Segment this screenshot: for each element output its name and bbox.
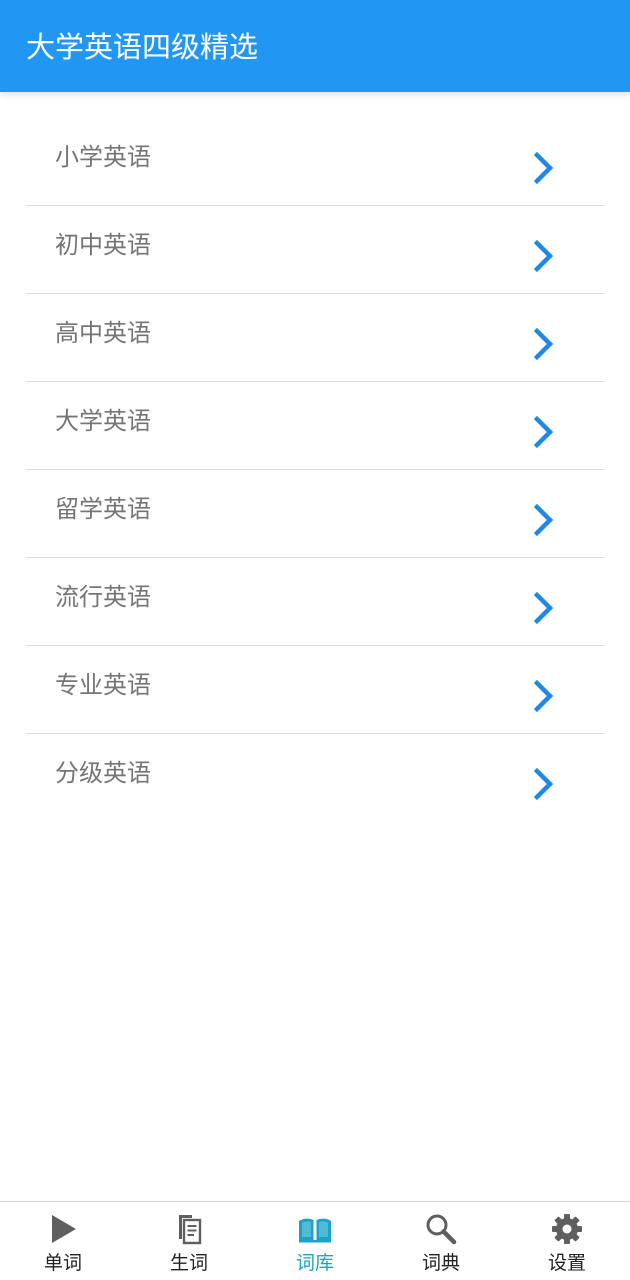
chevron-right-icon [533,415,554,449]
chevron-right-icon [533,327,554,361]
list-item-label: 初中英语 [55,231,151,259]
bottom-navigation: 单词 生词 词库 词典 设置 [0,1201,630,1280]
list-item-label: 专业英语 [55,671,151,699]
chevron-right-icon [533,151,554,185]
tab-words[interactable]: 单词 [0,1202,126,1280]
list-item-primary-english[interactable]: 小学英语 [26,118,604,206]
list-item-label: 小学英语 [55,143,151,171]
page-title: 大学英语四级精选 [26,30,259,64]
tab-label: 词库 [295,1252,334,1274]
tab-label: 生词 [169,1252,208,1274]
tab-new-words[interactable]: 生词 [126,1202,252,1280]
app-screen: 大学英语四级精选 小学英语 初中英语 高中英语 大学英语 留学英语 流行英语 专… [0,0,630,1280]
tab-label: 词典 [421,1252,460,1274]
list-item-label: 流行英语 [55,583,151,611]
tab-dictionary[interactable]: 词典 [378,1202,504,1280]
list-item-label: 高中英语 [55,319,151,347]
document-icon [179,1215,202,1245]
tab-word-bank[interactable]: 词库 [252,1202,378,1280]
list-item-label: 分级英语 [55,759,151,787]
category-list: 小学英语 初中英语 高中英语 大学英语 留学英语 流行英语 专业英语 分级英语 [26,118,604,821]
list-item-label: 大学英语 [55,407,151,435]
chevron-right-icon [533,679,554,713]
app-header: 大学英语四级精选 [0,0,630,92]
search-icon [426,1214,457,1245]
chevron-right-icon [533,591,554,625]
list-item-label: 留学英语 [55,495,151,523]
list-item-professional-english[interactable]: 专业英语 [26,646,604,734]
list-item-college-english[interactable]: 大学英语 [26,382,604,470]
chevron-right-icon [533,503,554,537]
play-icon [52,1215,76,1243]
list-item-junior-high-english[interactable]: 初中英语 [26,206,604,294]
tab-label: 单词 [43,1252,82,1274]
list-item-study-abroad-english[interactable]: 留学英语 [26,470,604,558]
list-item-graded-english[interactable]: 分级英语 [26,734,604,821]
tab-label: 设置 [547,1252,586,1274]
tab-settings[interactable]: 设置 [504,1202,630,1280]
list-item-senior-high-english[interactable]: 高中英语 [26,294,604,382]
chevron-right-icon [533,767,554,801]
chevron-right-icon [533,239,554,273]
gear-icon [552,1214,582,1244]
list-item-popular-english[interactable]: 流行英语 [26,558,604,646]
book-icon [299,1218,331,1243]
